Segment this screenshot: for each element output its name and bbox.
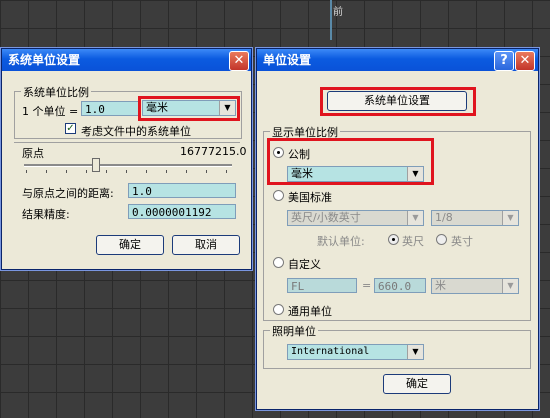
origin-label: 原点 (22, 147, 44, 160)
close-icon[interactable]: ✕ (229, 51, 249, 71)
dropdown-arrow-icon[interactable]: ▼ (502, 211, 518, 225)
radio-icon[interactable] (273, 190, 284, 201)
feet-label: 英尺 (402, 235, 424, 248)
origin-slider-thumb[interactable] (92, 158, 100, 172)
custom-unit-select[interactable]: 米 ▼ (431, 278, 519, 294)
slider-tick (226, 170, 227, 173)
dialog-title: 单位设置 (263, 53, 312, 67)
lighting-units-select[interactable]: International ▼ (287, 344, 424, 360)
highlight-box (267, 138, 434, 185)
inch-label: 英寸 (451, 235, 473, 248)
radio-icon[interactable] (273, 257, 284, 268)
slider-tick (146, 170, 147, 173)
fraction-select[interactable]: 1/8 ▼ (431, 210, 519, 226)
viewport-axis-line (330, 0, 332, 40)
dropdown-arrow-icon[interactable]: ▼ (502, 279, 518, 293)
distance-label: 与原点之间的距离: (22, 187, 114, 200)
ok-button[interactable]: 确定 (383, 374, 451, 394)
slider-tick (126, 170, 127, 173)
group-title: 照明单位 (270, 323, 318, 339)
us-unit-value: 英尺/小数英寸 (291, 211, 361, 224)
viewport-label: 前 (333, 7, 343, 18)
lighting-units-value: International (291, 346, 370, 357)
slider-tick (106, 170, 107, 173)
unit-value-input[interactable]: 1.0 (81, 101, 139, 116)
slider-tick (166, 170, 167, 173)
group-title: 系统单位比例 (21, 84, 91, 100)
slider-tick (26, 170, 27, 173)
equals-label: = (362, 279, 372, 292)
dropdown-arrow-icon[interactable]: ▼ (407, 345, 423, 359)
help-icon[interactable]: ? (494, 51, 514, 71)
slider-tick (66, 170, 67, 173)
highlight-box (138, 96, 240, 121)
precision-field: 0.0000001192 (128, 204, 236, 219)
consider-file-units-label: 考虑文件中的系统单位 (81, 125, 191, 138)
slider-tick (186, 170, 187, 173)
slider-tick (206, 170, 207, 173)
distance-field: 1.0 (128, 183, 236, 198)
slider-tick (46, 170, 47, 173)
radio-icon[interactable] (436, 234, 447, 245)
origin-value: 16777215.0 (180, 145, 247, 158)
generic-units-label: 通用单位 (288, 305, 332, 318)
slider-tick (86, 170, 87, 173)
unit-prefix-label: 1 个单位 = (22, 105, 79, 118)
dropdown-arrow-icon[interactable]: ▼ (407, 211, 423, 225)
ok-button[interactable]: 确定 (96, 235, 164, 255)
us-standard-label: 美国标准 (288, 191, 332, 204)
cancel-button[interactable]: 取消 (172, 235, 240, 255)
custom-value-input[interactable]: 660.0 (374, 278, 426, 293)
units-setup-dialog: 单位设置 ? ✕ 系统单位设置 显示单位比例 公制 毫米 ▼ 美国标准 英尺/小… (256, 48, 539, 410)
default-unit-label: 默认单位: (317, 235, 365, 248)
close-icon[interactable]: ✕ (515, 51, 535, 71)
custom-name-input[interactable]: FL (287, 278, 357, 293)
system-unit-setup-dialog: 系统单位设置 ✕ 系统单位比例 1 个单位 = 1.0 毫米 ▼ ✓ 考虑文件中… (1, 48, 252, 270)
precision-label: 结果精度: (22, 208, 70, 221)
origin-slider-track[interactable] (24, 164, 232, 167)
radio-icon[interactable] (388, 234, 399, 245)
checkmark-icon[interactable]: ✓ (65, 123, 76, 134)
fraction-value: 1/8 (435, 211, 453, 224)
us-unit-select[interactable]: 英尺/小数英寸 ▼ (287, 210, 424, 226)
highlight-box (320, 87, 476, 116)
dialog-titlebar[interactable]: 系统单位设置 (2, 49, 251, 71)
custom-label: 自定义 (288, 258, 321, 271)
custom-unit-value: 米 (435, 279, 446, 292)
dialog-title: 系统单位设置 (8, 53, 81, 67)
radio-icon[interactable] (273, 304, 284, 315)
